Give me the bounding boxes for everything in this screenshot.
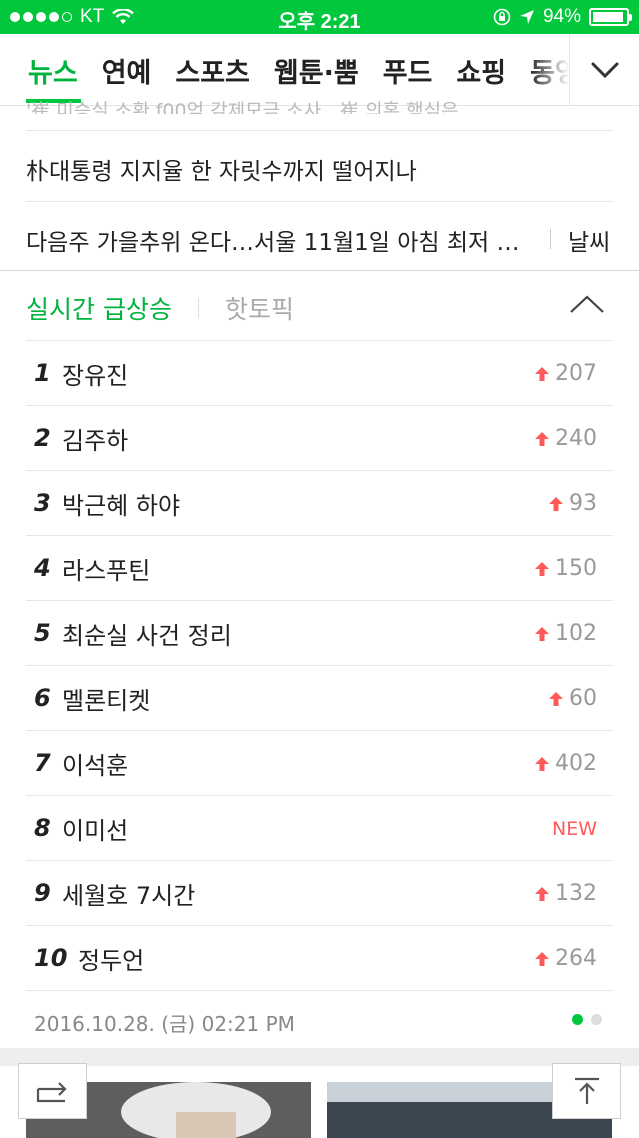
battery-percent: 94%: [542, 6, 581, 27]
ranking-timestamp: 2016.10.28. (금) 02:21 PM: [34, 1012, 295, 1036]
scroll-to-top-icon: [574, 1077, 599, 1104]
rank-keyword: 정두언: [78, 946, 145, 975]
rank-keyword: 장유진: [62, 361, 129, 390]
rank-keyword: 김주하: [62, 426, 129, 455]
tab-4[interactable]: 푸드: [383, 51, 433, 90]
rank-up-icon: [549, 496, 563, 511]
page-dot[interactable]: [591, 1014, 602, 1025]
rank-change: 93: [549, 471, 597, 536]
rank-change-value: 60: [569, 686, 597, 711]
ranking-item[interactable]: 3 박근혜 하야 93: [26, 470, 613, 535]
rank-change-value: 93: [569, 491, 597, 516]
share-icon: [36, 1082, 67, 1103]
rank-number: 5: [34, 619, 51, 647]
rank-keyword: 세월호 7시간: [62, 881, 196, 910]
rank-up-icon: [535, 626, 549, 641]
ranking-item[interactable]: 6 멜론티켓 60: [26, 665, 613, 730]
rank-number: 4: [34, 554, 51, 582]
rank-change-value: 102: [555, 621, 597, 646]
chevron-up-icon: [570, 295, 604, 313]
rank-up-icon: [535, 756, 549, 771]
scroll-to-top-button[interactable]: [552, 1063, 621, 1119]
rank-keyword: 이석훈: [62, 751, 129, 780]
headline-link[interactable]: 다음주 가을추위 온다…서울 11월1일 아침 최저 …: [26, 223, 531, 257]
rank-keyword: 이미선: [62, 816, 129, 845]
status-right: 94%: [493, 6, 632, 28]
rank-change-value: 132: [555, 881, 597, 906]
ranking-item[interactable]: 4 라스푸틴 150: [26, 535, 613, 600]
rank-number: 6: [34, 684, 51, 712]
rank-up-icon: [535, 951, 549, 966]
location-icon: [519, 10, 534, 24]
rank-up-icon: [535, 366, 549, 381]
rank-change: 150: [535, 536, 597, 601]
rank-number: 10: [34, 944, 68, 972]
tab-realtime-rising[interactable]: 실시간 급상승: [26, 290, 172, 326]
rank-change: 264: [535, 926, 597, 991]
rank-number: 3: [34, 489, 51, 517]
rank-number: 1: [34, 359, 51, 387]
battery-icon: [589, 8, 632, 26]
headline-link[interactable]: 朴대통령 지지율 한 자릿수까지 떨어지나: [26, 152, 613, 186]
ranking-list: 1 장유진 207 2 김주하 240 3 박근혜 하야 93 4 라스푸틴 150 5 최순실 사건 정…: [26, 340, 613, 991]
rank-change-value: 402: [555, 751, 597, 776]
rank-change: 132: [535, 861, 597, 926]
rank-change: 102: [535, 601, 597, 666]
rank-keyword: 라스푸틴: [62, 556, 151, 585]
news-section: '崔 미승실 소환 f00억 감제모금 소사…崔 의혹 핵심은 朴대통령 지지율…: [0, 100, 639, 270]
ranking-tabs: 실시간 급상승 핫토픽: [26, 290, 294, 326]
new-badge: NEW: [551, 817, 597, 840]
rank-up-icon: [535, 886, 549, 901]
rank-change: 402: [535, 731, 597, 796]
rank-number: 2: [34, 424, 51, 452]
status-bar: KT 오후 2:21 94%: [0, 0, 639, 34]
rank-number: 7: [34, 749, 51, 777]
page-indicator: [572, 1014, 602, 1025]
chevron-down-icon: [591, 62, 618, 79]
rank-change: NEW: [552, 796, 597, 861]
scrolled-headline[interactable]: '崔 미승실 소환 f00억 감제모금 소사…崔 의혹 핵심은: [26, 96, 586, 114]
ranking-item[interactable]: 1 장유진 207: [26, 340, 613, 405]
rank-up-icon: [535, 431, 549, 446]
rank-up-icon: [535, 561, 549, 576]
rotation-lock-icon: [493, 8, 511, 26]
rank-keyword: 최순실 사건 정리: [62, 621, 232, 650]
tab-1[interactable]: 연예: [102, 51, 152, 90]
rank-keyword: 박근혜 하야: [62, 491, 181, 520]
ranking-item[interactable]: 2 김주하 240: [26, 405, 613, 470]
rank-number: 9: [34, 879, 51, 907]
rank-change: 207: [535, 341, 597, 406]
ranking-item[interactable]: 5 최순실 사건 정리 102: [26, 600, 613, 665]
rank-change: 60: [549, 666, 597, 731]
rank-change-value: 207: [555, 361, 597, 386]
tab-hot-topic[interactable]: 핫토픽: [225, 290, 294, 326]
rank-keyword: 멜론티켓: [62, 686, 151, 715]
page-dot[interactable]: [572, 1014, 583, 1025]
ranking-item[interactable]: 7 이석훈 402: [26, 730, 613, 795]
tab-0[interactable]: 뉴스: [28, 51, 78, 90]
rank-change-value: 264: [555, 946, 597, 971]
ranking-item[interactable]: 8 이미선 NEW: [26, 795, 613, 860]
tab-row: 뉴스연예스포츠웹툰·뿜푸드쇼핑동영상: [28, 51, 605, 90]
rank-change: 240: [535, 406, 597, 471]
rank-change-value: 240: [555, 426, 597, 451]
rank-number: 8: [34, 814, 51, 842]
collapse-ranking-button[interactable]: [568, 292, 606, 318]
ranking-item[interactable]: 10 정두언 264: [26, 925, 613, 990]
rank-up-icon: [549, 691, 563, 706]
tab-5[interactable]: 쇼핑: [456, 51, 506, 90]
weather-link[interactable]: 날씨: [568, 223, 610, 257]
share-button[interactable]: [18, 1063, 87, 1119]
tab-3[interactable]: 웹툰·뿜: [274, 51, 359, 90]
ranking-item[interactable]: 9 세월호 7시간 132: [26, 860, 613, 925]
tab-2[interactable]: 스포츠: [175, 51, 250, 90]
rank-change-value: 150: [555, 556, 597, 581]
